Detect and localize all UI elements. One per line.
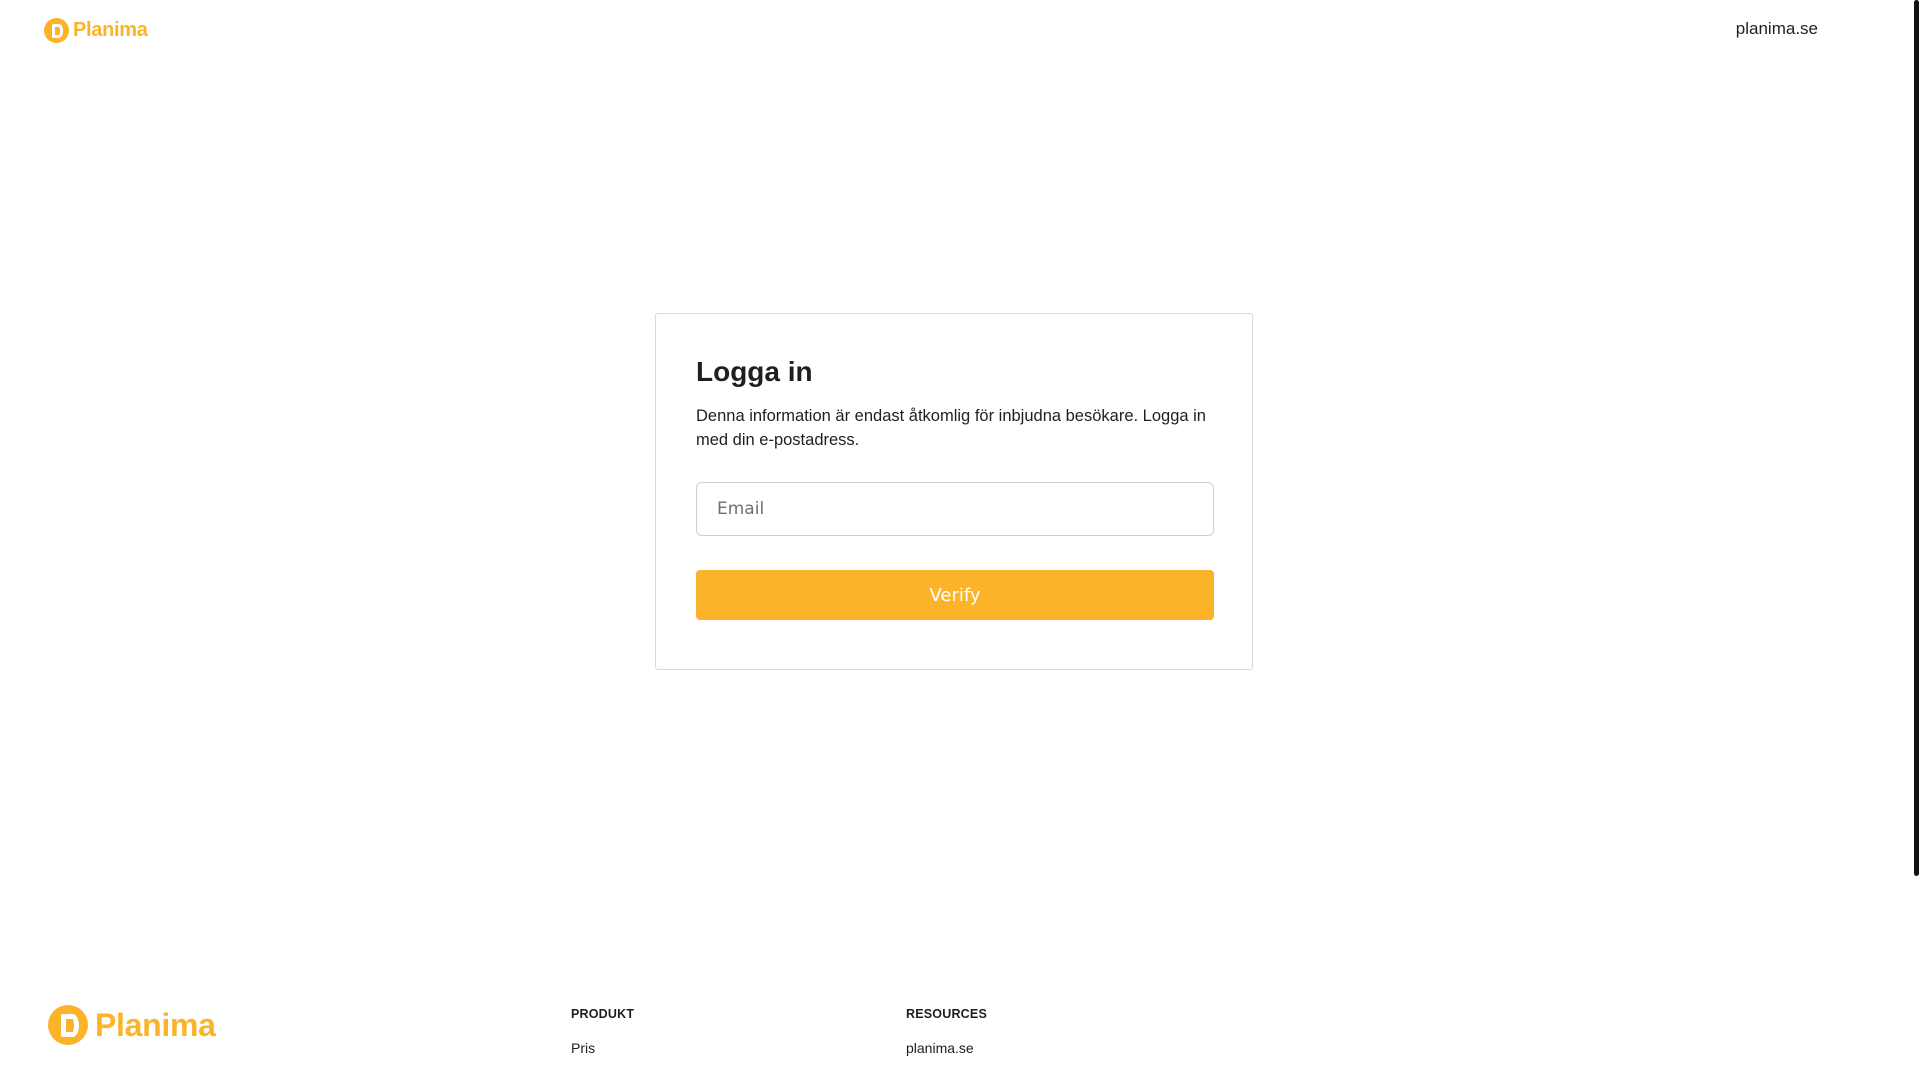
header-logo-text: Planima	[73, 19, 148, 41]
login-description: Denna information är endast åtkomlig för…	[696, 407, 1206, 449]
footer-heading-produkt: PRODUKT	[571, 1007, 635, 1021]
footer-heading-resources: RESOURCES	[906, 1007, 987, 1021]
footer-column-resources: RESOURCES planima.se	[906, 1007, 987, 1056]
header-logo-link[interactable]: Planima	[44, 18, 148, 43]
header-planima-link[interactable]: planima.se	[1736, 19, 1818, 39]
top-header: Planima planima.se	[0, 0, 1920, 60]
footer-logo-link[interactable]: Planima	[48, 1005, 216, 1045]
planima-logo-icon	[48, 1005, 88, 1045]
footer-logo-text: Planima	[95, 1006, 216, 1043]
footer-column-produkt: PRODUKT Pris	[571, 1007, 634, 1056]
email-input[interactable]	[696, 482, 1214, 536]
planima-logo-icon	[44, 18, 69, 43]
page: Planima planima.se Logga in Denna inform…	[0, 0, 1920, 1080]
login-card: Logga in Denna information är endast åtk…	[655, 313, 1253, 670]
scrollbar-thumb[interactable]	[1914, 0, 1919, 876]
login-title: Logga in	[696, 356, 813, 387]
footer-link-planima-se[interactable]: planima.se	[906, 1040, 987, 1056]
verify-button[interactable]: Verify	[696, 570, 1214, 620]
footer-link-pris[interactable]: Pris	[571, 1040, 634, 1056]
